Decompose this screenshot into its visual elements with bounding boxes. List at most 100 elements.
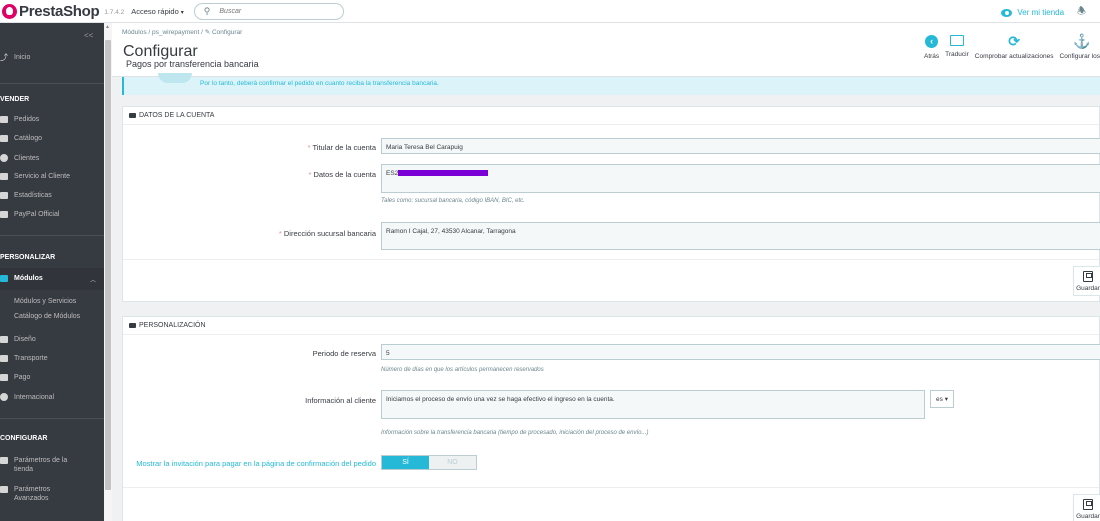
notifications-bell-icon[interactable]: 🕭 (1077, 4, 1086, 21)
save-account-button[interactable]: Guardar (1073, 266, 1100, 296)
sidebar-item-transporte[interactable]: Transporte (0, 355, 48, 362)
refresh-icon: ⟳ (1008, 33, 1020, 49)
sidebar-item-label: Inicio (14, 54, 31, 61)
chat-icon (0, 173, 8, 180)
breadcrumb[interactable]: Módulos / ps_wirepayment / ✎ Configurar (122, 28, 242, 36)
invite-payment-switch[interactable]: SÍ NO (381, 455, 477, 470)
puzzle-icon (0, 275, 8, 282)
paypal-icon (0, 211, 8, 218)
caret-down-icon: ▾ (180, 9, 184, 16)
panel-heading: PERSONALIZACIÓN (123, 317, 1099, 335)
customers-icon (0, 154, 8, 162)
check-updates-label: Comprobar actualizaciones (974, 53, 1054, 60)
sidebar-subitem-modulos-servicios[interactable]: Módulos y Servicios (14, 298, 76, 305)
back-button[interactable]: ‹ Atrás (924, 35, 939, 60)
sidebar-item-parametros-tienda[interactable]: Parámetros de la tienda (0, 456, 84, 474)
trend-icon: ⤴ (0, 53, 8, 62)
orders-icon (0, 116, 8, 123)
sidebar-divider (0, 418, 104, 419)
sidebar-item-modulos[interactable]: Módulos (0, 275, 43, 282)
quick-access-dropdown[interactable]: Acceso rápido ▾ (131, 7, 184, 16)
customer-info-help: Información sobre la transferencia banca… (381, 430, 649, 436)
envelope-icon (129, 113, 136, 118)
configure-hooks-button[interactable]: ⚓ Configurar los (1059, 34, 1100, 60)
sidebar-item-diseno[interactable]: Diseño (0, 336, 36, 343)
scroll-up-arrow-icon[interactable]: ▲ (105, 24, 110, 30)
account-holder-field[interactable]: Maria Teresa Bel Carapuig (381, 138, 1100, 154)
panel-footer-divider (123, 259, 1099, 260)
settings-icon (0, 457, 8, 464)
sidebar-item-inicio[interactable]: ⤴ Inicio (0, 53, 31, 62)
panel-heading-label: DATOS DE LA CUENTA (139, 112, 215, 119)
account-details-field[interactable]: ES2 (381, 164, 1100, 193)
panel-heading: DATOS DE LA CUENTA (123, 107, 1099, 125)
sidebar-scrollbar-thumb[interactable] (105, 40, 111, 490)
customization-panel: PERSONALIZACIÓN Periodo de reserva 5 Núm… (122, 316, 1100, 521)
bank-address-field[interactable]: Ramon I Cajal, 27, 43530 Alcanar, Tarrag… (381, 222, 1100, 250)
switch-yes-option[interactable]: SÍ (382, 456, 429, 469)
sidebar-item-pago[interactable]: Pago (0, 374, 30, 381)
sidebar-divider (0, 235, 104, 236)
sidebar-item-label: PayPal Official (14, 211, 60, 218)
truck-icon (0, 355, 8, 362)
sidebar-item-paypal[interactable]: PayPal Official (0, 211, 59, 218)
check-updates-button[interactable]: ⟳ Comprobar actualizaciones (974, 33, 1054, 60)
language-selector[interactable]: es ▾ (930, 390, 954, 408)
chevron-up-icon[interactable]: ︿ (90, 275, 96, 284)
sidebar: << ⤴ Inicio VENDER Pedidos Catálogo Clie… (0, 23, 112, 521)
arrow-left-icon: ‹ (925, 35, 939, 48)
info-bubble-icon (158, 73, 192, 83)
page-subtitle: Pagos por transferencia bancaria (126, 59, 259, 69)
sidebar-item-label: Internacional (14, 393, 55, 401)
section-configurar: CONFIGURAR (0, 435, 48, 442)
desktop-icon (0, 336, 8, 343)
sidebar-item-label: Transporte (14, 355, 48, 362)
search-box[interactable]: ⚲ (193, 2, 344, 20)
account-details-panel: DATOS DE LA CUENTA * Titular de la cuent… (122, 106, 1100, 302)
sidebar-item-internacional[interactable]: Internacional (0, 393, 54, 401)
details-label-text: Datos de la cuenta (313, 170, 376, 179)
reserve-period-field[interactable]: 5 (381, 344, 1100, 360)
sidebar-item-label: Catálogo (14, 135, 43, 142)
switch-no-option[interactable]: NO (429, 456, 476, 469)
sidebar-item-pedidos[interactable]: Pedidos (0, 116, 39, 123)
address-label: * Dirección sucursal bancaria (123, 229, 376, 238)
collapse-sidebar-button[interactable]: << (84, 31, 93, 40)
flag-icon (949, 35, 964, 46)
sidebar-item-clientes[interactable]: Clientes (0, 154, 39, 162)
top-bar: PrestaShop 1.7.4.2 Acceso rápido▾ ⚲ Ver … (0, 0, 1100, 23)
customer-info-field[interactable]: Iniciamos el proceso de envío una vez se… (381, 390, 925, 419)
sidebar-item-estadisticas[interactable]: Estadísticas (0, 192, 52, 199)
sidebar-item-label: Servicio al Cliente (14, 173, 71, 180)
translate-button[interactable]: Traducir (945, 35, 969, 60)
catalog-icon (0, 135, 8, 142)
prestashop-logo-icon (2, 3, 17, 19)
floppy-disk-icon (1083, 270, 1093, 282)
holder-label: * Titular de la cuenta (123, 143, 376, 152)
stats-icon (0, 192, 8, 199)
view-store-label: Ver mi tienda (1017, 8, 1065, 17)
sidebar-item-label: Parámetros de la tienda (14, 457, 68, 473)
prestashop-logo[interactable]: PrestaShop 1.7.4.2 (2, 3, 124, 20)
eye-icon (1001, 8, 1013, 17)
view-store-link[interactable]: Ver mi tienda (1001, 8, 1064, 17)
configure-hooks-label: Configurar los (1059, 53, 1100, 60)
sidebar-item-servicio-cliente[interactable]: Servicio al Cliente (0, 173, 70, 180)
search-input[interactable] (219, 7, 330, 15)
sidebar-item-label: Clientes (14, 154, 40, 162)
translate-label: Traducir (945, 51, 969, 58)
invite-payment-label[interactable]: Mostrar la invitación para pagar en la p… (133, 458, 376, 469)
search-icon: ⚲ (203, 5, 211, 16)
advanced-settings-icon (0, 486, 8, 493)
caret-down-icon: ▾ (944, 396, 948, 403)
sidebar-item-catalogo[interactable]: Catálogo (0, 135, 42, 142)
floppy-disk-icon (1083, 498, 1093, 510)
save-label: Guardar (1076, 512, 1100, 520)
sidebar-divider (0, 83, 104, 84)
sidebar-subitem-catalogo-modulos[interactable]: Catálogo de Módulos (14, 313, 80, 320)
sidebar-item-parametros-avanzados[interactable]: Parámetros Avanzados (0, 485, 84, 503)
holder-label-text: Titular de la cuenta (312, 143, 376, 152)
gears-icon (129, 323, 136, 328)
save-customization-button[interactable]: Guardar (1073, 494, 1100, 521)
main-content: Por lo tanto, deberá confirmar el pedido… (112, 73, 1100, 521)
